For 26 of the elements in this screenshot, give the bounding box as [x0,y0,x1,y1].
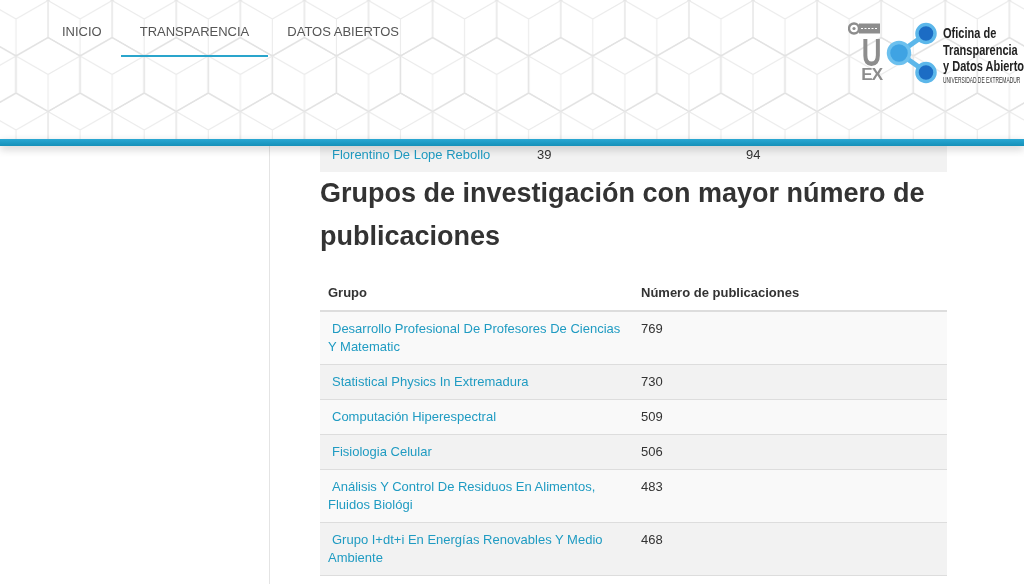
section-title: Grupos de investigación con mayor número de publicaciones [320,177,926,253]
logo-tagline: UNIVERSIDAD DE EXTREMADUR [943,74,1021,85]
connected-nodes-icon [886,22,938,84]
logo-initials: EX [861,68,882,82]
table-cell: 483 [633,469,947,523]
logo-title: Oficina de [943,25,997,42]
column-capital-icon [848,22,880,35]
table-cell: 509 [633,399,947,435]
nav-tab[interactable]: TRANSPARENCIA [120,0,269,57]
table-cell: 468 [633,522,947,576]
group-link[interactable]: Desarrollo Profesional De Profesores De Ciencias Y Matematic [328,320,625,356]
table-cell-text: 39 [536,146,553,164]
person-link[interactable]: Florentino De Lope Rebollo [328,147,491,162]
nav-tab[interactable]: DATOS ABIERTOS [268,0,419,57]
group-link[interactable]: Análisis Y Control De Residuos En Alimentos, Fluidos Biológi [328,478,625,514]
table-cell: 769 [633,311,947,365]
nav-tab[interactable]: INICIO [43,0,121,57]
table-cell-text: 94 [745,146,762,164]
logo-title: y Datos Abierto [943,58,1024,75]
logo-title: Transparencia [943,41,1018,58]
group-link[interactable]: Statistical Physics In Extremadura [328,373,625,391]
table-cell: 506 [633,434,947,470]
group-link[interactable]: Fisiologia Celular [328,443,625,461]
group-link[interactable]: Computación Hiperespectral [328,408,625,426]
group-link[interactable]: Grupo I+dt+i En Energías Renovables Y Medio Ambiente [328,531,625,567]
table-cell: 730 [633,364,947,400]
